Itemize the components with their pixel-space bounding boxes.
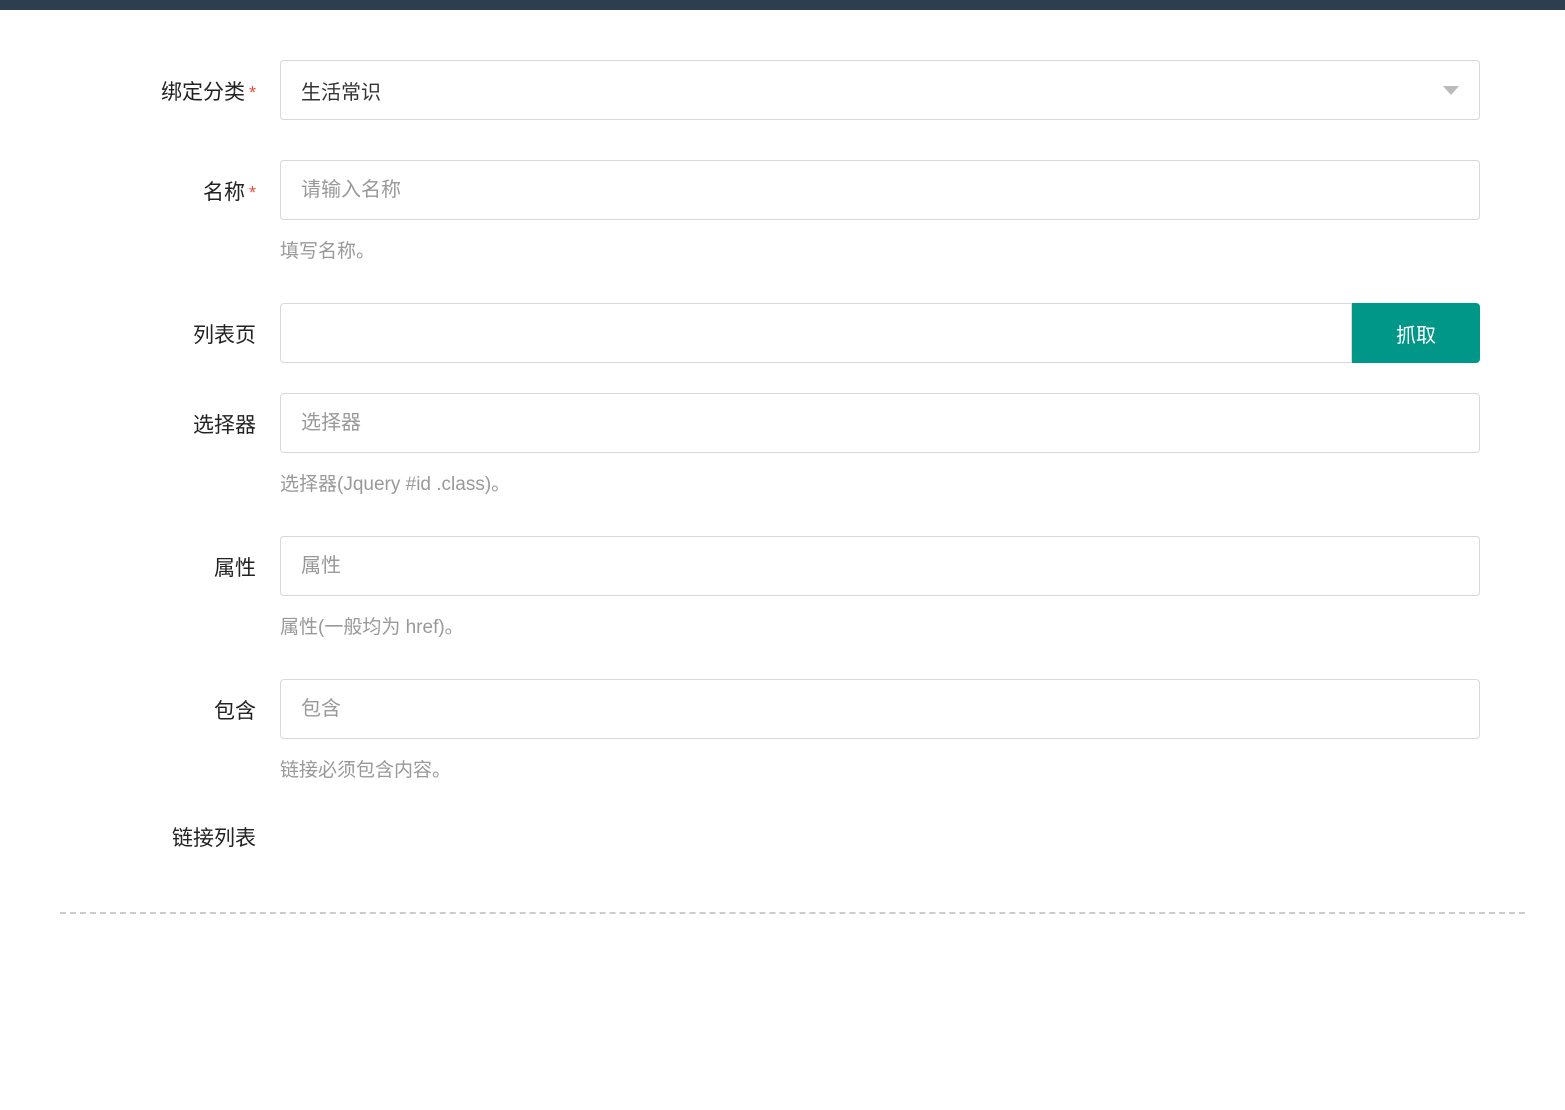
selector-input[interactable] (280, 393, 1480, 453)
help-selector: 选择器(Jquery #id .class)。 (280, 469, 1480, 496)
label-name: 名称* (40, 160, 280, 206)
list-page-input[interactable] (280, 303, 1352, 363)
select-category[interactable]: 生活常识 (280, 60, 1480, 120)
required-mark: * (249, 183, 256, 203)
row-selector: 选择器 选择器(Jquery #id .class)。 (40, 393, 1525, 496)
label-category-text: 绑定分类 (161, 81, 245, 104)
control-list-page: 抓取 (280, 303, 1480, 363)
row-contains: 包含 链接必须包含内容。 (40, 679, 1525, 782)
help-contains: 链接必须包含内容。 (280, 755, 1480, 782)
control-contains: 链接必须包含内容。 (280, 679, 1480, 782)
label-selector: 选择器 (40, 393, 280, 439)
label-selector-text: 选择器 (193, 414, 256, 437)
attribute-input[interactable] (280, 536, 1480, 596)
section-divider (60, 912, 1525, 914)
fetch-button[interactable]: 抓取 (1352, 303, 1480, 363)
contains-input[interactable] (280, 679, 1480, 739)
label-link-list-text: 链接列表 (172, 827, 256, 850)
label-attribute: 属性 (40, 536, 280, 582)
row-link-list: 链接列表 (40, 822, 1525, 852)
label-contains-text: 包含 (214, 700, 256, 723)
select-category-value: 生活常识 (301, 76, 381, 105)
label-attribute-text: 属性 (214, 557, 256, 580)
row-attribute: 属性 属性(一般均为 href)。 (40, 536, 1525, 639)
help-attribute: 属性(一般均为 href)。 (280, 612, 1480, 639)
row-category: 绑定分类* 生活常识 (40, 60, 1525, 120)
control-attribute: 属性(一般均为 href)。 (280, 536, 1480, 639)
label-contains: 包含 (40, 679, 280, 725)
chevron-down-icon (1443, 86, 1459, 95)
control-selector: 选择器(Jquery #id .class)。 (280, 393, 1480, 496)
row-name: 名称* 填写名称。 (40, 160, 1525, 263)
control-name: 填写名称。 (280, 160, 1480, 263)
label-list-page: 列表页 (40, 303, 280, 349)
name-input[interactable] (280, 160, 1480, 220)
input-group-list-page: 抓取 (280, 303, 1480, 363)
label-link-list: 链接列表 (40, 822, 280, 852)
form-container: 绑定分类* 生活常识 名称* 填写名称。 列表页 抓取 (0, 10, 1565, 954)
label-name-text: 名称 (203, 181, 245, 204)
row-list-page: 列表页 抓取 (40, 303, 1525, 363)
help-name: 填写名称。 (280, 236, 1480, 263)
required-mark: * (249, 83, 256, 103)
control-category: 生活常识 (280, 60, 1480, 120)
top-bar (0, 0, 1565, 10)
label-category: 绑定分类* (40, 60, 280, 106)
label-list-page-text: 列表页 (193, 324, 256, 347)
